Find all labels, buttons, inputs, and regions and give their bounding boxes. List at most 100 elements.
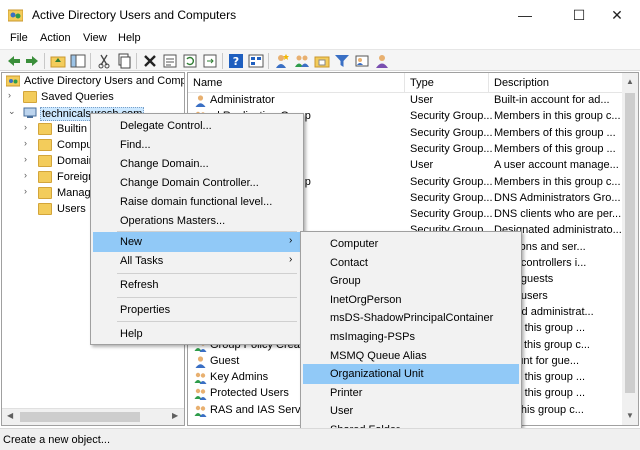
submenu-item-organizational-unit[interactable]: Organizational Unit — [303, 364, 519, 385]
list-vertical-scrollbar[interactable]: ▲ ▼ — [622, 73, 638, 425]
cell-type: Security Group... — [410, 110, 492, 123]
toolbar-separator — [136, 53, 137, 69]
expand-arrow-icon[interactable]: › — [24, 138, 33, 148]
submenu-arrow-icon: › — [289, 235, 293, 246]
new-user-icon[interactable] — [274, 53, 290, 69]
column-header-description[interactable]: Description — [489, 73, 624, 93]
menu-item-new[interactable]: New › — [93, 232, 301, 252]
new-ou-icon[interactable] — [314, 53, 330, 69]
forward-arrow-icon[interactable] — [24, 53, 40, 69]
menu-item-delegate-control[interactable]: Delegate Control... — [93, 116, 301, 136]
menu-separator — [117, 273, 297, 274]
filter-icon[interactable] — [334, 53, 350, 69]
cell-type: Security Group... — [410, 175, 492, 188]
users-icon[interactable] — [374, 53, 390, 69]
submenu-item-printer[interactable]: Printer — [303, 383, 519, 403]
cell-type: Security Group... — [410, 191, 492, 204]
export-list-icon[interactable] — [202, 53, 218, 69]
menu-item-operations-masters[interactable]: Operations Masters... — [93, 211, 301, 231]
submenu-arrow-icon: › — [289, 254, 293, 265]
menu-item-change-domain[interactable]: Change Domain... — [93, 154, 301, 174]
folder-icon — [38, 171, 52, 183]
new-group-icon[interactable] — [294, 53, 310, 69]
expand-arrow-icon[interactable]: › — [24, 122, 33, 132]
cell-type: Security Group... — [410, 126, 492, 139]
close-button[interactable]: ✕ — [594, 0, 640, 30]
submenu-item-msimaging-psps[interactable]: msImaging-PSPs — [303, 327, 519, 347]
copy-icon[interactable] — [116, 53, 132, 69]
menu-help[interactable]: Help — [118, 32, 141, 44]
toolbar-separator — [44, 53, 45, 69]
help-icon[interactable]: ? — [228, 53, 244, 69]
user-icon — [195, 95, 206, 107]
column-header-name[interactable]: Name — [188, 73, 405, 93]
cell-description: Members of this group ... — [494, 126, 616, 139]
expand-arrow-icon[interactable]: › — [8, 90, 17, 100]
menu-item-refresh[interactable]: Refresh — [93, 275, 301, 295]
scroll-down-icon[interactable]: ▼ — [626, 411, 634, 420]
folder-icon — [38, 203, 52, 215]
scroll-left-icon[interactable]: ◀ — [7, 411, 13, 420]
cell-description: DNS Administrators Gro... — [494, 191, 621, 204]
expand-arrow-icon[interactable]: › — [24, 186, 33, 196]
scroll-right-icon[interactable]: ▶ — [172, 411, 178, 420]
toolbar: ? — [0, 49, 640, 71]
scroll-thumb[interactable] — [625, 93, 635, 393]
submenu-item-contact[interactable]: Contact — [303, 253, 519, 273]
tree-root[interactable]: Active Directory Users and Computers — [2, 73, 185, 90]
refresh-icon[interactable] — [182, 53, 198, 69]
group-icon — [194, 389, 207, 401]
show-hide-tree-icon[interactable] — [70, 53, 86, 69]
title-bar: Active Directory Users and Computers — ☐… — [0, 0, 640, 30]
menu-file[interactable]: File — [10, 32, 28, 44]
scroll-thumb[interactable] — [20, 412, 140, 422]
submenu-item-group[interactable]: Group — [303, 271, 519, 291]
column-header-type[interactable]: Type — [405, 73, 489, 93]
delete-icon[interactable] — [142, 53, 158, 69]
menu-view[interactable]: View — [83, 32, 107, 44]
table-row[interactable]: Administrator User Built-in account for ad… — [188, 93, 624, 109]
menu-item-raise-functional-level[interactable]: Raise domain functional level... — [93, 192, 301, 212]
properties-icon[interactable] — [162, 53, 178, 69]
console-view-icon[interactable] — [248, 53, 264, 69]
menu-action[interactable]: Action — [40, 32, 71, 44]
cell-description: Members of this group ... — [494, 142, 616, 155]
menu-separator — [117, 297, 297, 298]
toolbar-separator — [222, 53, 223, 69]
up-folder-icon[interactable] — [50, 53, 66, 69]
submenu-item-inetorgperson[interactable]: InetOrgPerson — [303, 290, 519, 310]
cell-description: Members in this group c... — [494, 110, 621, 123]
group-icon — [194, 405, 207, 417]
menu-item-find[interactable]: Find... — [93, 135, 301, 155]
menu-item-help[interactable]: Help — [93, 324, 301, 344]
cut-icon[interactable] — [96, 53, 112, 69]
status-bar: Create a new object... — [0, 428, 640, 450]
submenu-item-user[interactable]: User — [303, 401, 519, 421]
collapse-arrow-icon[interactable]: ⌄ — [8, 106, 17, 117]
submenu-item-computer[interactable]: Computer — [303, 234, 519, 254]
cell-name: Administrator — [210, 94, 275, 106]
back-arrow-icon[interactable] — [6, 53, 22, 69]
menu-item-properties[interactable]: Properties — [93, 300, 301, 320]
expand-arrow-icon[interactable]: › — [24, 154, 33, 164]
tree-item-label: Builtin — [57, 123, 87, 135]
expand-arrow-icon[interactable]: › — [24, 170, 33, 180]
menu-item-all-tasks[interactable]: All Tasks › — [93, 251, 301, 271]
folder-icon — [23, 91, 37, 103]
add-to-group-icon[interactable] — [354, 53, 370, 69]
folder-icon — [38, 139, 52, 151]
tree-root-label: Active Directory Users and Computers — [24, 75, 185, 87]
window-title: Active Directory Users and Computers — [32, 8, 237, 22]
context-menu: Delegate Control... Find... Change Domai… — [90, 113, 304, 345]
menu-item-change-domain-controller[interactable]: Change Domain Controller... — [93, 173, 301, 193]
tree-item-label: Saved Queries — [41, 91, 114, 103]
submenu-item-msmq-queue-alias[interactable]: MSMQ Queue Alias — [303, 346, 519, 366]
new-submenu: Computer Contact Group InetOrgPerson msDS-Sh… — [300, 231, 522, 439]
tree-item-saved-queries[interactable]: › Saved Queries — [2, 89, 184, 106]
minimize-button[interactable]: — — [502, 0, 548, 30]
scroll-up-icon[interactable]: ▲ — [626, 77, 634, 86]
cell-description: Built-in account for ad... — [494, 94, 610, 106]
cell-type: Security Group... — [410, 142, 492, 155]
tree-horizontal-scrollbar[interactable]: ◀ ▶ — [2, 408, 184, 425]
submenu-item-msds-shadowprincipalcontainer[interactable]: msDS-ShadowPrincipalContainer — [303, 308, 519, 328]
